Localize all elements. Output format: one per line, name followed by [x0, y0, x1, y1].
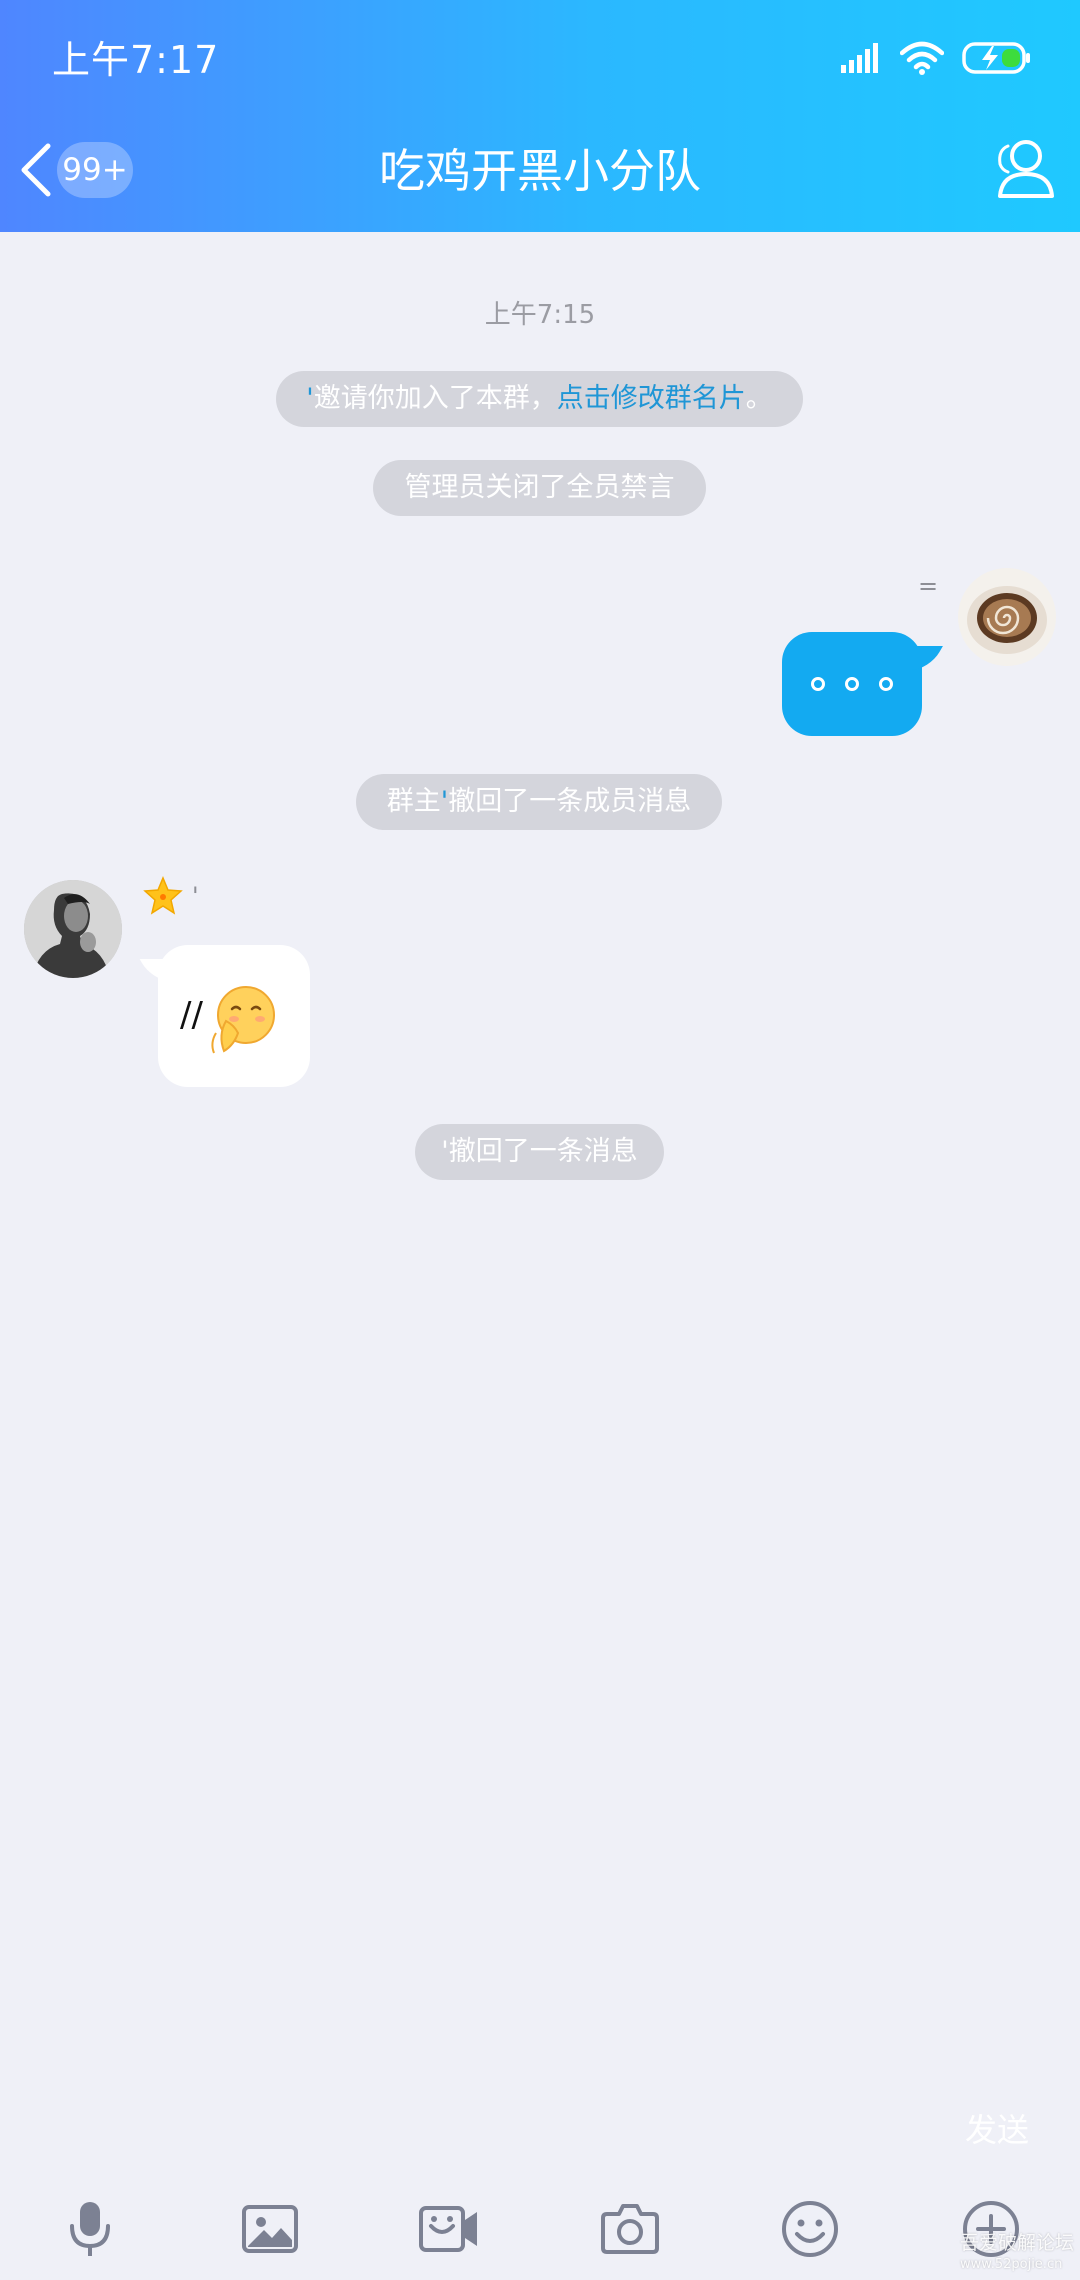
- ellipsis-dot: [811, 677, 825, 691]
- edit-group-card-link[interactable]: 点击修改群名片: [557, 383, 746, 414]
- incoming-nickname: ': [192, 882, 199, 910]
- incoming-message-text: //: [180, 995, 203, 1035]
- star-badge-icon: [143, 876, 183, 915]
- outgoing-message-bubble[interactable]: [782, 632, 943, 736]
- system-invite-message: '邀请你加入了本群，点击修改群名片。: [276, 371, 803, 427]
- outgoing-nickname: =: [918, 572, 939, 600]
- ellipsis-dot: [879, 677, 893, 691]
- input-toolbar: [0, 2176, 1080, 2280]
- back-chevron-icon[interactable]: [14, 140, 60, 200]
- coffee-cup-avatar[interactable]: [958, 568, 1056, 666]
- group-members-icon[interactable]: [992, 136, 1058, 202]
- ellipsis-dot: [845, 677, 859, 691]
- system-mute-off-message: 管理员关闭了全员禁言: [373, 460, 706, 516]
- owner-label: 群主: [386, 786, 441, 817]
- invite-suffix: 。: [745, 383, 773, 414]
- invite-quote: ': [306, 383, 314, 414]
- man-portrait-avatar[interactable]: [24, 880, 122, 978]
- forum-watermark: 吾爱破解论坛 www.52pojie.cn: [960, 2232, 1080, 2276]
- chat-timestamp: 上午7:15: [484, 300, 596, 330]
- bubble-tail: [139, 959, 181, 981]
- invite-text: 邀请你加入了本群，: [313, 383, 557, 414]
- video-call-icon[interactable]: [418, 2198, 480, 2260]
- pray-emoji-icon: [211, 986, 275, 1054]
- status-time: 上午7:17: [52, 38, 220, 82]
- battery-charging-icon: [962, 42, 1030, 74]
- status-icons: [840, 36, 1032, 80]
- incoming-message-bubble[interactable]: //: [139, 945, 310, 1087]
- image-icon[interactable]: [239, 2198, 301, 2260]
- watermark-url: www.52pojie.cn: [960, 2257, 1063, 2272]
- signal-icon: [841, 43, 878, 73]
- emoji-icon[interactable]: [779, 2198, 841, 2260]
- group-title: 吃鸡开黑小分队: [379, 144, 701, 198]
- send-button[interactable]: 发送: [965, 2105, 1029, 2155]
- chat-header: 上午7:17 99+ 吃鸡开黑小分队: [0, 0, 1080, 232]
- system-recall-message: '撤回了一条消息: [415, 1124, 664, 1180]
- microphone-icon[interactable]: [59, 2198, 121, 2260]
- system-owner-recall-message: 群主'撤回了一条成员消息: [356, 774, 722, 830]
- wifi-icon: [900, 41, 944, 75]
- camera-icon[interactable]: [599, 2198, 661, 2260]
- unread-count-badge[interactable]: 99+: [57, 142, 133, 198]
- watermark-title: 吾爱破解论坛: [960, 2232, 1075, 2254]
- owner-recall-text: 撤回了一条成员消息: [448, 786, 692, 817]
- outgoing-message-content: [782, 632, 922, 736]
